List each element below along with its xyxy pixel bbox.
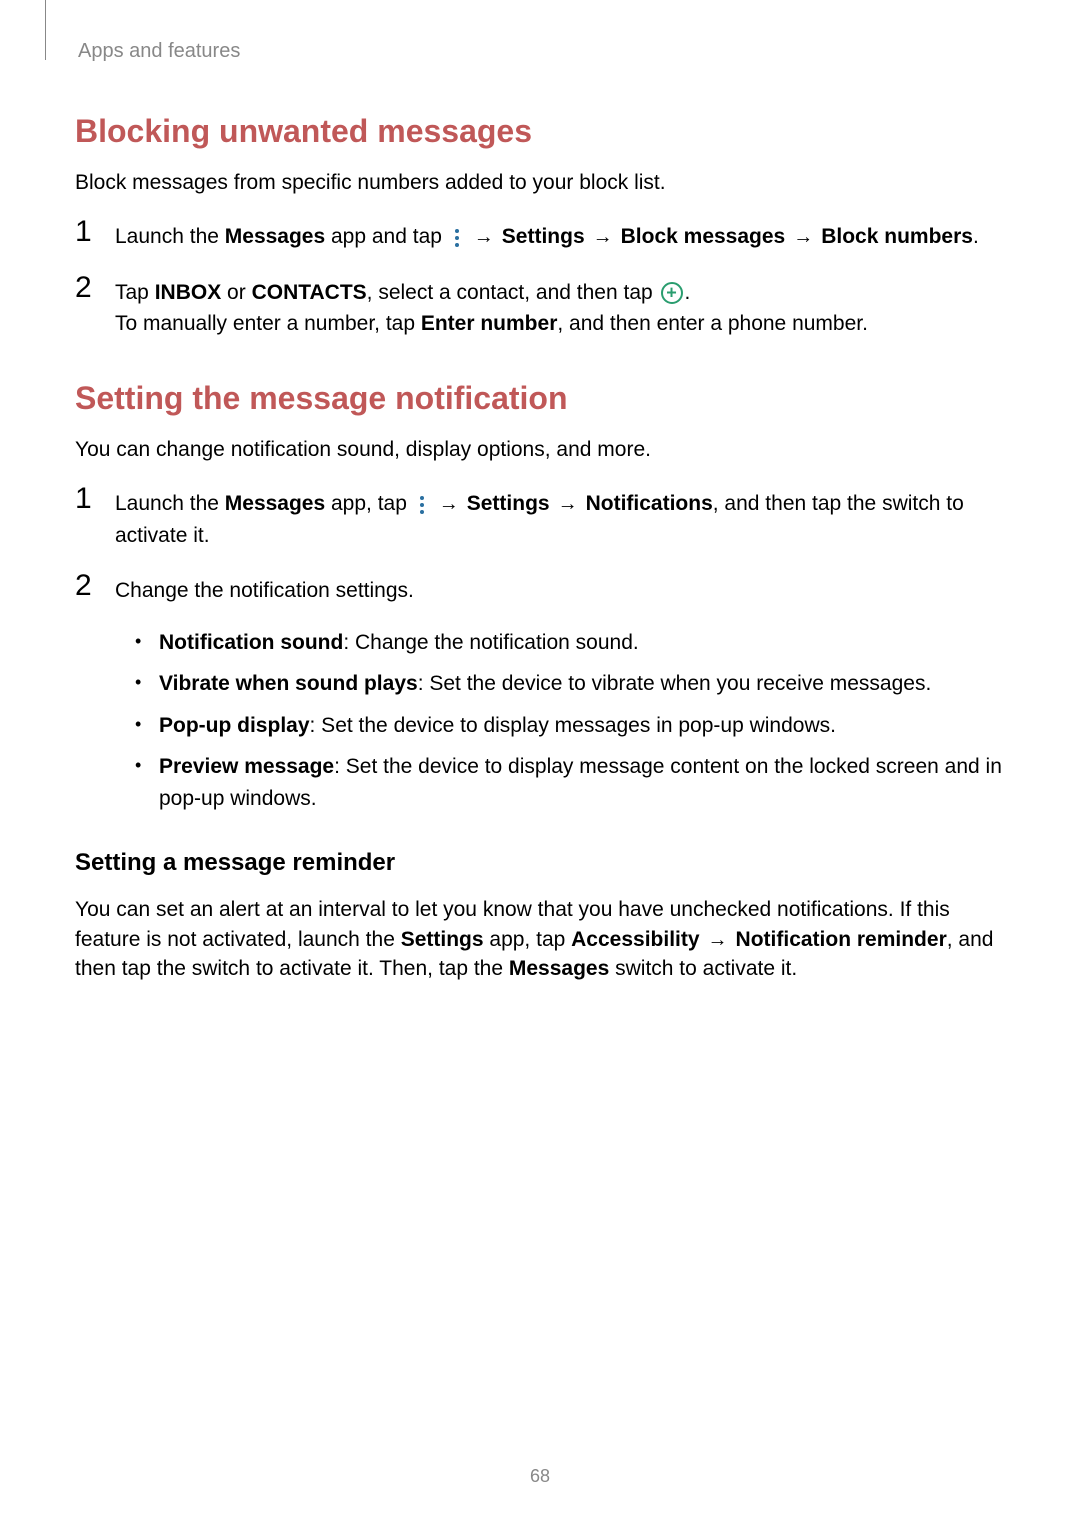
bullet-item: • Vibrate when sound plays: Set the devi… — [135, 668, 1005, 700]
arrow-icon: → — [708, 926, 728, 954]
more-options-icon — [415, 495, 429, 515]
header-decorative-line — [45, 0, 46, 60]
section-blocking-messages: Blocking unwanted messages Block message… — [75, 113, 1005, 340]
bullet-list: • Notification sound: Change the notific… — [135, 627, 1005, 815]
bullet-dot-icon: • — [135, 627, 159, 652]
step-body: Tap INBOX or CONTACTS, select a contact,… — [115, 273, 1005, 340]
arrow-icon: → — [474, 222, 494, 252]
step-1-block: 1 Launch the Messages app and tap → Sett… — [75, 217, 1005, 253]
arrow-icon: → — [439, 489, 459, 519]
section-intro: Block messages from specific numbers add… — [75, 168, 1005, 197]
step-body: Launch the Messages app and tap → Settin… — [115, 217, 1005, 253]
section-heading-notification: Setting the message notification — [75, 380, 1005, 417]
header-breadcrumb: Apps and features — [75, 40, 1005, 63]
breadcrumb-text: Apps and features — [78, 40, 240, 62]
page-number: 68 — [530, 1466, 550, 1487]
step-number: 1 — [75, 217, 115, 247]
step-body: Launch the Messages app, tap → Settings … — [115, 484, 1005, 551]
bullet-item: • Pop-up display: Set the device to disp… — [135, 710, 1005, 742]
bullet-dot-icon: • — [135, 668, 159, 693]
bullet-item: • Notification sound: Change the notific… — [135, 627, 1005, 659]
plus-circle-icon — [661, 282, 683, 304]
bullet-dot-icon: • — [135, 751, 159, 776]
arrow-icon: → — [793, 222, 813, 252]
step-number: 2 — [75, 571, 115, 601]
step-number: 1 — [75, 484, 115, 514]
bullet-dot-icon: • — [135, 710, 159, 735]
step-number: 2 — [75, 273, 115, 303]
step-1-notif: 1 Launch the Messages app, tap → Setting… — [75, 484, 1005, 551]
step-2-notif: 2 Change the notification settings. — [75, 571, 1005, 607]
more-options-icon — [450, 228, 464, 248]
section-intro: You can change notification sound, displ… — [75, 435, 1005, 464]
arrow-icon: → — [593, 222, 613, 252]
step-2-block: 2 Tap INBOX or CONTACTS, select a contac… — [75, 273, 1005, 340]
subsection-heading-reminder: Setting a message reminder — [75, 849, 1005, 877]
arrow-icon: → — [558, 489, 578, 519]
section-notification: Setting the message notification You can… — [75, 380, 1005, 984]
step-body: Change the notification settings. — [115, 571, 1005, 607]
section-heading-blocking: Blocking unwanted messages — [75, 113, 1005, 150]
bullet-item: • Preview message: Set the device to dis… — [135, 751, 1005, 814]
subsection-paragraph: You can set an alert at an interval to l… — [75, 895, 1005, 983]
